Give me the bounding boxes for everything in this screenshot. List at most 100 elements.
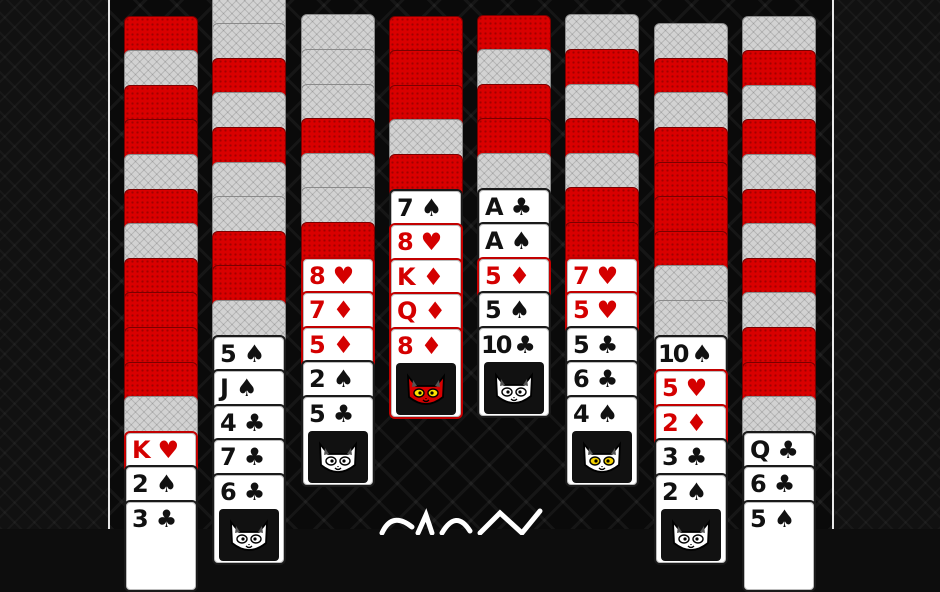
- card-art: [396, 363, 456, 415]
- card-rank: 2: [662, 478, 680, 506]
- card-label: 4 ♣: [220, 406, 266, 440]
- yellow-eye-cat-icon: [582, 441, 622, 473]
- card-suit: ♣: [685, 443, 709, 472]
- card-label: 7 ♦: [309, 293, 355, 327]
- card-rank: 3: [662, 443, 680, 472]
- card-rank: 8: [397, 228, 415, 257]
- card-suit: ♠: [243, 339, 267, 368]
- card-suit: ♣: [773, 470, 797, 499]
- card-label: 3 ♣: [662, 440, 708, 474]
- card-label: J ♠: [220, 371, 258, 405]
- card-suit: ♦: [685, 408, 709, 437]
- card-suit: ♠: [691, 339, 712, 368]
- card-rank: 5: [309, 330, 327, 359]
- playing-card[interactable]: 3 ♣: [124, 500, 198, 592]
- card-label: 5 ♠: [485, 293, 531, 327]
- card-rank: 8: [309, 261, 327, 290]
- card-label: 5 ♣: [309, 397, 355, 431]
- playing-card[interactable]: 2 ♠: [654, 473, 728, 565]
- card-rank: 6: [220, 478, 238, 506]
- card-label: 3 ♣: [132, 502, 178, 536]
- card-suit: ♦: [424, 297, 447, 326]
- card-suit: ♠: [596, 400, 620, 428]
- card-suit: ♠: [235, 374, 259, 403]
- card-art: [484, 362, 544, 414]
- playing-card[interactable]: 5 ♣: [301, 395, 375, 487]
- tableau-column-7: 10 ♠ 5 ♥ 2 ♦ 3 ♣ 2 ♠: [654, 0, 728, 565]
- card-rank: K: [397, 262, 417, 291]
- playing-card[interactable]: 8 ♦: [389, 327, 463, 419]
- card-rank: 5: [573, 330, 591, 359]
- card-rank: 7: [573, 261, 591, 290]
- card-rank: Q: [750, 435, 772, 464]
- card-suit: ♠: [685, 478, 709, 506]
- card-suit: ♦: [508, 261, 532, 290]
- white-cat-icon: [671, 519, 711, 551]
- card-suit: ♣: [777, 435, 800, 464]
- card-suit: ♠: [508, 296, 532, 325]
- card-label: 2 ♠: [662, 475, 708, 509]
- white-cat-icon: [229, 519, 269, 551]
- card-label: 5 ♥: [573, 293, 619, 327]
- card-art: [661, 509, 721, 561]
- card-rank: K: [132, 435, 152, 464]
- card-suit: ♠: [510, 227, 534, 256]
- card-suit: ♣: [155, 505, 179, 533]
- card-label: 6 ♣: [573, 362, 619, 396]
- card-art: [308, 431, 368, 483]
- card-rank: 7: [309, 296, 327, 325]
- card-suit: ♦: [332, 296, 356, 325]
- card-label: 7 ♠: [397, 191, 443, 225]
- card-suit: ♠: [155, 470, 179, 499]
- white-cat-icon: [494, 372, 534, 404]
- playing-card[interactable]: 4 ♠: [565, 395, 639, 487]
- card-suit: ♣: [332, 400, 356, 428]
- card-label: 2 ♦: [662, 406, 708, 440]
- card-label: 6 ♣: [220, 475, 266, 509]
- card-suit: ♣: [514, 331, 535, 359]
- card-label: 7 ♣: [220, 440, 266, 474]
- card-label: 6 ♣: [750, 467, 796, 501]
- playing-card[interactable]: 6 ♣: [212, 473, 286, 565]
- card-rank: A: [485, 192, 505, 221]
- card-suit: ♠: [420, 193, 444, 222]
- card-rank: 8: [397, 332, 415, 360]
- card-rank: 4: [573, 400, 591, 428]
- card-rank: 10: [658, 339, 689, 368]
- card-suit: ♥: [157, 435, 181, 464]
- tableau-column-5: A ♣ A ♠ 5 ♦ 5 ♠ 10 ♣: [477, 0, 551, 529]
- card-label: A ♣: [485, 190, 533, 224]
- card-rank: 2: [132, 470, 150, 499]
- card-label: 8 ♥: [397, 225, 443, 259]
- card-suit: ♥: [332, 261, 356, 290]
- card-rank: 6: [750, 470, 768, 499]
- card-suit: ♣: [510, 192, 534, 221]
- card-suit: ♣: [243, 443, 267, 472]
- card-label: 7 ♥: [573, 259, 619, 293]
- card-label: 10 ♠: [658, 337, 713, 371]
- card-rank: 5: [573, 296, 591, 325]
- card-rank: 5: [485, 261, 503, 290]
- card-rank: 6: [573, 365, 591, 394]
- card-rank: 7: [220, 443, 238, 472]
- playing-card[interactable]: 5 ♠: [742, 500, 816, 592]
- card-rank: Q: [397, 297, 419, 326]
- card-label: 10 ♣: [481, 328, 536, 362]
- card-label: 2 ♠: [309, 362, 355, 396]
- card-label: 4 ♠: [573, 397, 619, 431]
- tableau-column-1: K ♥ 2 ♠ 3 ♣: [124, 0, 198, 592]
- card-rank: 5: [485, 296, 503, 325]
- card-label: 5 ♠: [750, 502, 796, 536]
- playing-card[interactable]: 10 ♣: [477, 326, 551, 418]
- card-rank: 5: [309, 400, 327, 428]
- card-rank: 7: [397, 193, 415, 222]
- card-rank: 3: [132, 505, 150, 533]
- tableau-column-2: 5 ♠ J ♠ 4 ♣ 7 ♣ 6 ♣: [212, 0, 286, 565]
- card-art: [572, 431, 632, 483]
- tableau-column-4: 7 ♠ 8 ♥ K ♦ Q ♦ 8 ♦: [389, 0, 463, 529]
- card-label: K ♥: [132, 433, 180, 467]
- white-cat-icon: [318, 441, 358, 473]
- card-suit: ♥: [420, 228, 444, 257]
- card-suit: ♦: [422, 262, 446, 291]
- card-suit: ♣: [596, 365, 620, 394]
